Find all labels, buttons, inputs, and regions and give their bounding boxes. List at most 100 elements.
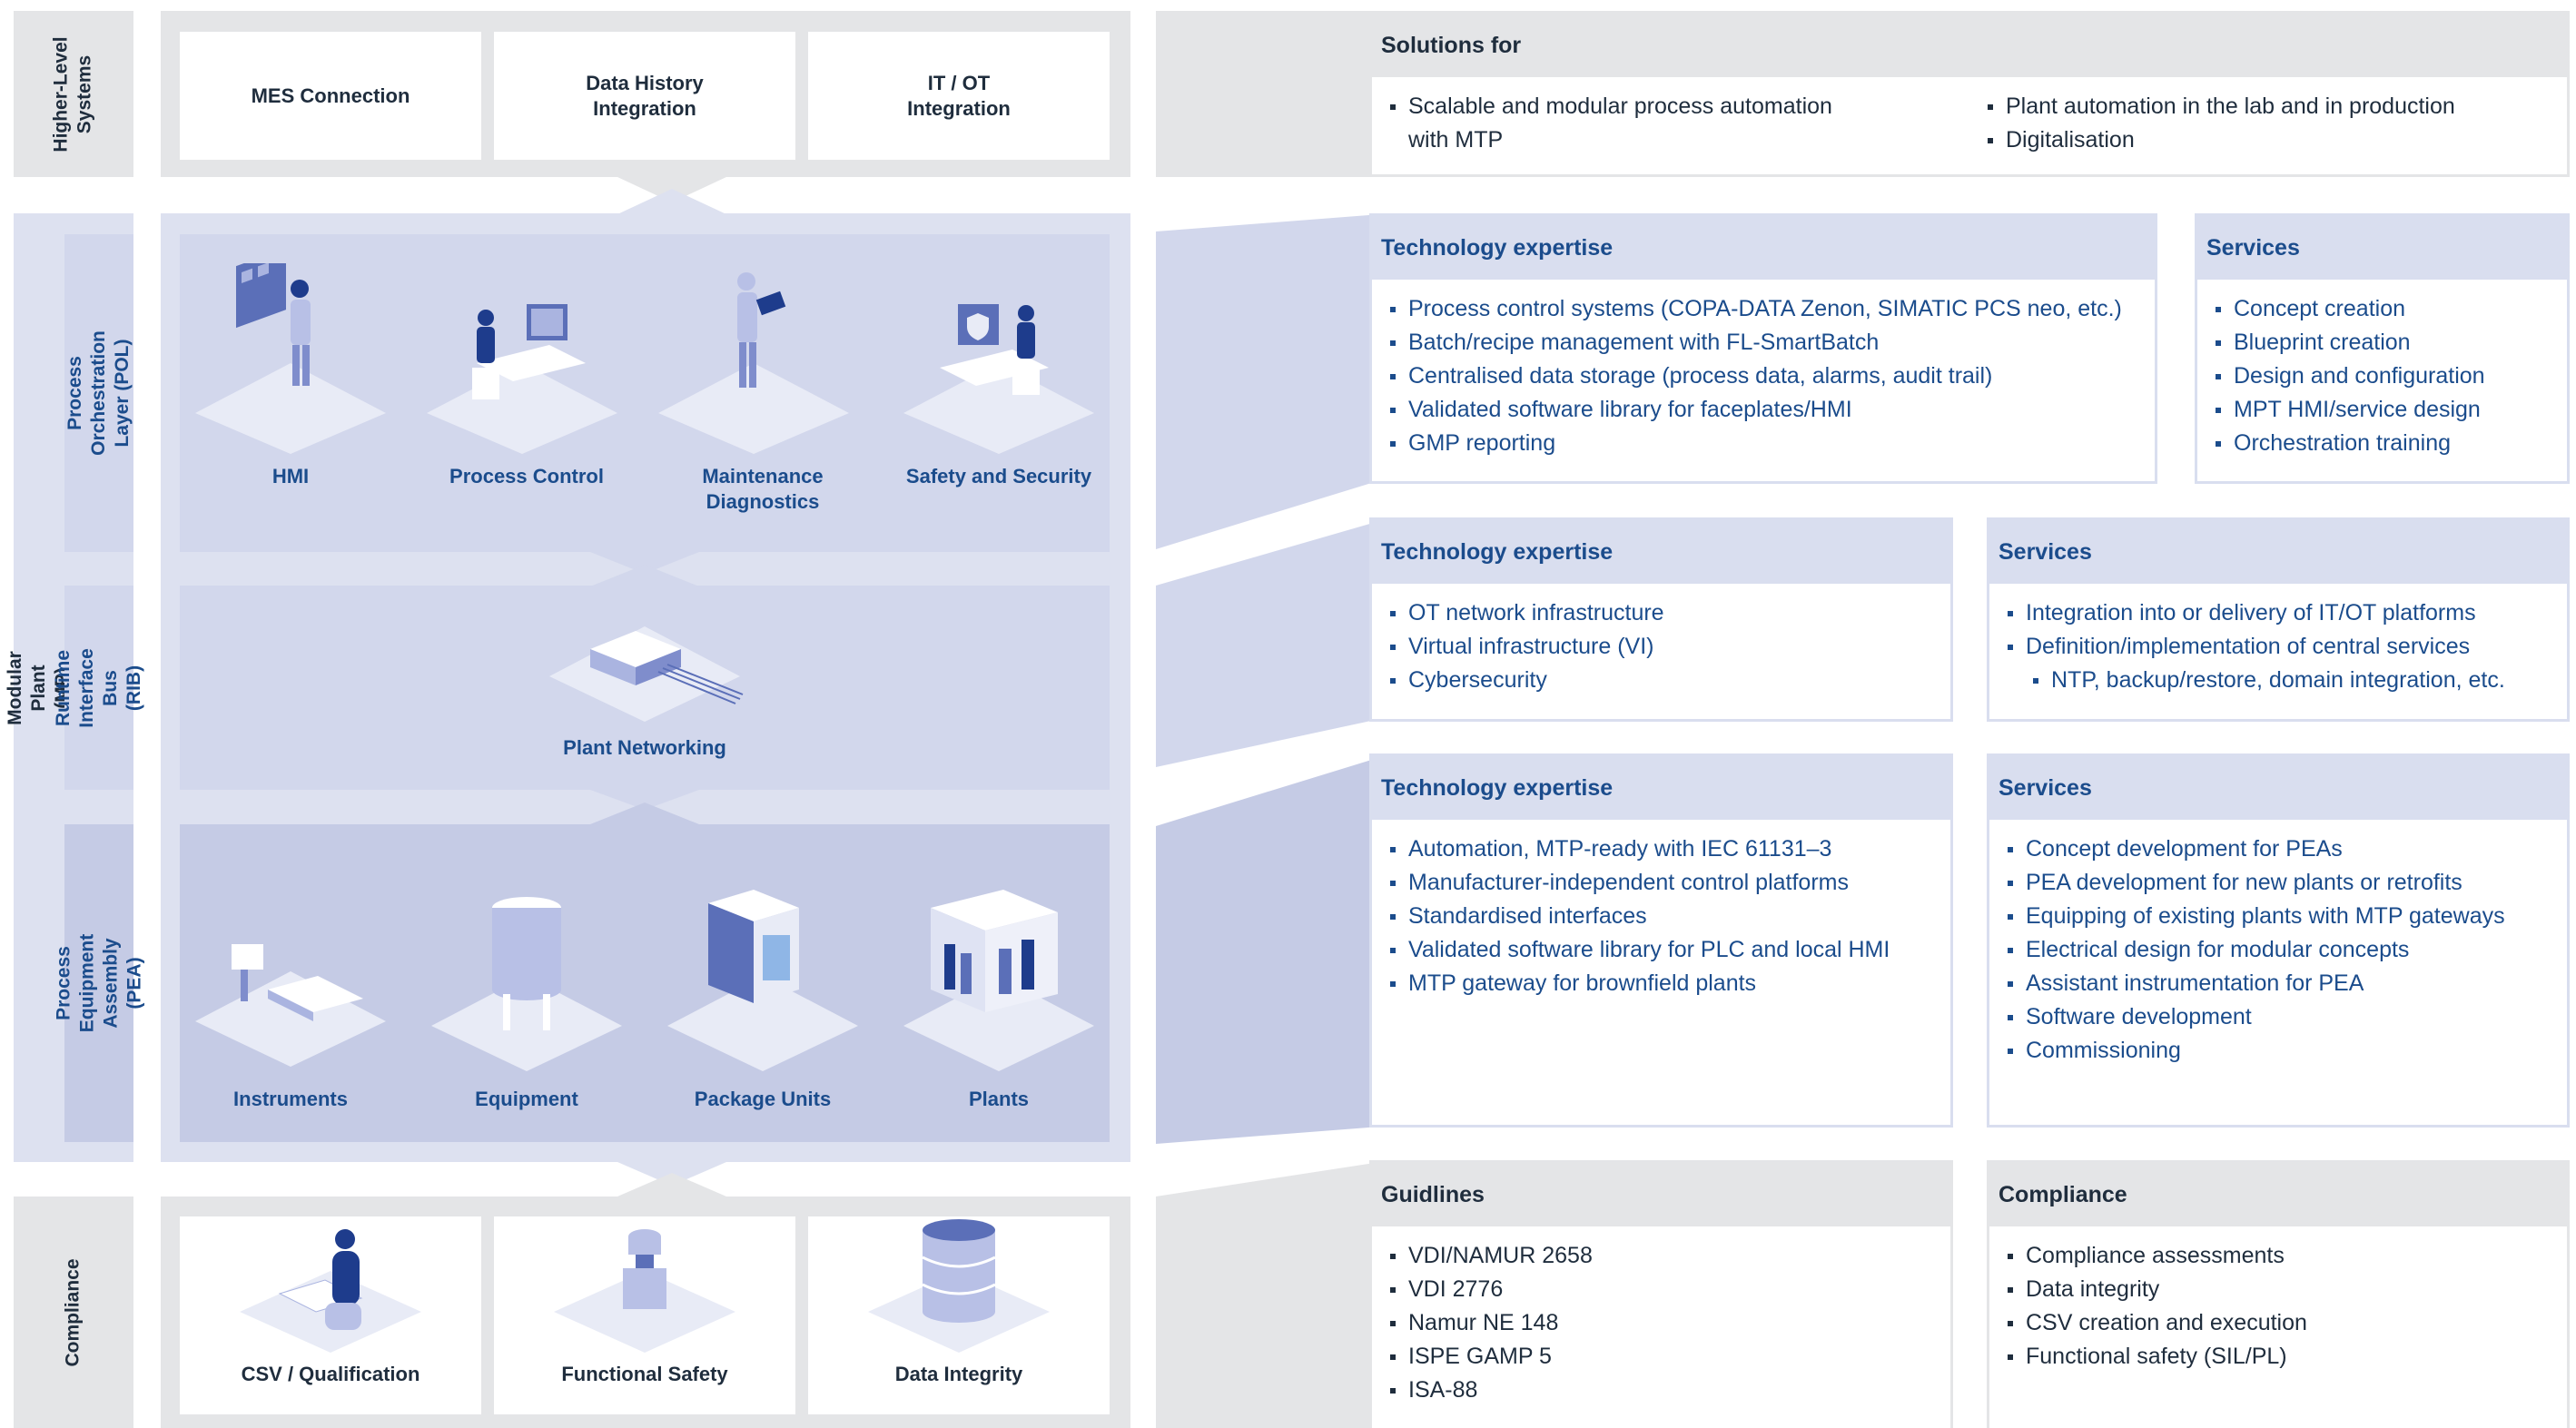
solutions-list-1: Scalable and modular process automation … <box>1372 77 1969 157</box>
list-item: GMP reporting <box>1388 427 2155 460</box>
list-item: ISA-88 <box>1388 1374 1950 1407</box>
pol-tech-box: Technology expertise Process control sys… <box>1369 213 2157 484</box>
list-item: Integration into or delivery of IT/OT pl… <box>2006 596 2567 630</box>
list-item: Concept development for PEAs <box>2006 832 2567 866</box>
list-item: Batch/recipe management with FL-SmartBat… <box>1388 326 2155 359</box>
maintenance-diagnostics-caption: Maintenance Diagnostics <box>702 465 824 513</box>
list-item: VDI/NAMUR 2658 <box>1388 1239 1950 1273</box>
pol-services-box: Services Concept creation Blueprint crea… <box>2195 213 2570 484</box>
rib-services-title: Services <box>1989 520 2567 584</box>
list-item: Electrical design for modular concepts <box>2006 933 2567 967</box>
pea-services-title: Services <box>1989 756 2567 820</box>
solutions-item: Digitalisation <box>1986 123 2455 157</box>
process-control-caption: Process Control <box>449 465 604 487</box>
it-ot-card: IT / OT Integration <box>808 32 1110 160</box>
list-item: Validated software library for PLC and l… <box>1388 933 1950 967</box>
plant-networking-illustration <box>549 626 744 722</box>
package-units-caption: Package Units <box>694 1088 832 1110</box>
compliance-list: Compliance assessments Data integrity CS… <box>1989 1226 2567 1374</box>
process-control-illustration <box>427 304 617 454</box>
list-item: Cybersecurity <box>1388 664 1950 697</box>
pea-services-box: Services Concept development for PEAs PE… <box>1987 753 2570 1128</box>
rib-label: Runtime Interface Bus (RIB) <box>53 586 144 790</box>
list-item: Virtual infrastructure (VI) <box>1388 630 1950 664</box>
mp-top-arrow <box>617 189 726 214</box>
list-item: Design and configuration <box>2214 359 2567 393</box>
equipment-caption: Equipment <box>475 1088 578 1110</box>
list-item: VDI 2776 <box>1388 1273 1950 1306</box>
safety-security-illustration <box>903 304 1094 454</box>
pea-up-arrow <box>590 803 699 824</box>
maintenance-illustration <box>658 272 849 454</box>
list-item: Automation, MTP-ready with IEC 61131–3 <box>1388 832 1950 866</box>
data-history-card: Data History Integration <box>494 32 795 160</box>
functional-safety-illustration <box>554 1229 735 1353</box>
compliance-box-title: Compliance <box>1989 1163 2567 1226</box>
data-integrity-caption: Data Integrity <box>894 1363 1023 1385</box>
data-integrity-card: Data Integrity <box>808 1216 1110 1414</box>
plants-illustration <box>903 890 1094 1071</box>
list-item: CSV creation and execution <box>2006 1306 2567 1340</box>
guidelines-box: Guidlines VDI/NAMUR 2658 VDI 2776 Namur … <box>1369 1160 1953 1428</box>
rib-tech-list: OT network infrastructure Virtual infras… <box>1372 584 1950 697</box>
solutions-title: Solutions for <box>1372 14 2567 77</box>
list-item: Validated software library for faceplate… <box>1388 393 2155 427</box>
list-item: Software development <box>2006 1000 2567 1034</box>
list-item: Blueprint creation <box>2214 326 2567 359</box>
equipment-illustration <box>431 897 622 1071</box>
mes-connection-card: MES Connection <box>180 32 481 160</box>
csv-illustration <box>240 1229 421 1353</box>
csv-caption: CSV / Qualification <box>241 1363 420 1385</box>
list-item: Process control systems (COPA-DATA Zenon… <box>1388 292 2155 326</box>
pea-services-list: Concept development for PEAs PEA develop… <box>1989 820 2567 1068</box>
csv-qualification-card: CSV / Qualification <box>180 1216 481 1414</box>
solutions-item: Plant automation in the lab and in produ… <box>1986 90 2455 123</box>
higher-level-text: Higher-Level Systems <box>50 35 95 153</box>
rib-label-text: Runtime Interface Bus (RIB) <box>53 647 144 728</box>
compliance-box: Compliance Compliance assessments Data i… <box>1987 1160 2570 1428</box>
solutions-list-2: Plant automation in the lab and in produ… <box>1969 77 2455 157</box>
plants-caption: Plants <box>968 1088 1030 1110</box>
list-item: MTP gateway for brownfield plants <box>1388 967 1950 1000</box>
list-subitem: NTP, backup/restore, domain integration,… <box>2031 664 2567 697</box>
pol-label: Process Orchestration Layer (POL) <box>64 234 133 552</box>
hmi-caption: HMI <box>271 465 310 487</box>
list-item: Manufacturer-independent control platfor… <box>1388 866 1950 900</box>
package-units-illustration <box>667 890 858 1071</box>
pol-services-list: Concept creation Blueprint creation Desi… <box>2197 280 2567 460</box>
pea-tech-list: Automation, MTP-ready with IEC 61131–3 M… <box>1372 820 1950 1000</box>
guidelines-list: VDI/NAMUR 2658 VDI 2776 Namur NE 148 ISP… <box>1372 1226 1950 1407</box>
instruments-illustration <box>195 944 386 1067</box>
rib-services-list: Integration into or delivery of IT/OT pl… <box>1989 584 2567 697</box>
list-item: Assistant instrumentation for PEA <box>2006 967 2567 1000</box>
list-item: Orchestration training <box>2214 427 2567 460</box>
compliance-label-text: Compliance <box>63 1257 84 1367</box>
plant-networking-caption: Plant Networking <box>563 736 726 759</box>
list-item: ISPE GAMP 5 <box>1388 1340 1950 1374</box>
functional-safety-card: Functional Safety <box>494 1216 795 1414</box>
list-item: Standardised interfaces <box>1388 900 1950 933</box>
instruments-caption: Instruments <box>233 1088 348 1110</box>
pol-tech-title: Technology expertise <box>1372 216 2155 280</box>
list-item: Definition/implementation of central ser… <box>2006 630 2567 664</box>
compliance-label: Compliance <box>14 1197 133 1428</box>
solutions-item: Scalable and modular process automation … <box>1388 90 1969 157</box>
list-item: Compliance assessments <box>2006 1239 2567 1273</box>
pol-label-text: Process Orchestration Layer (POL) <box>64 330 133 456</box>
list-item: Equipping of existing plants with MTP ga… <box>2006 900 2567 933</box>
list-item: PEA development for new plants or retrof… <box>2006 866 2567 900</box>
list-item: Namur NE 148 <box>1388 1306 1950 1340</box>
pea-tech-title: Technology expertise <box>1372 756 1950 820</box>
rib-tech-box: Technology expertise OT network infrastr… <box>1369 517 1953 722</box>
pea-label: Process Equipment Assembly (PEA) <box>53 824 144 1142</box>
functional-safety-caption: Functional Safety <box>561 1363 728 1385</box>
higher-level-label: Higher-Level Systems <box>14 11 133 177</box>
list-item: Data integrity <box>2006 1273 2567 1306</box>
database-illustration <box>868 1219 1050 1353</box>
list-item: Concept creation <box>2214 292 2567 326</box>
compliance-up-arrow <box>617 1173 726 1197</box>
list-item: MPT HMI/service design <box>2214 393 2567 427</box>
rib-tech-title: Technology expertise <box>1372 520 1950 584</box>
guidelines-title: Guidlines <box>1372 1163 1950 1226</box>
list-item: Centralised data storage (process data, … <box>1388 359 2155 393</box>
